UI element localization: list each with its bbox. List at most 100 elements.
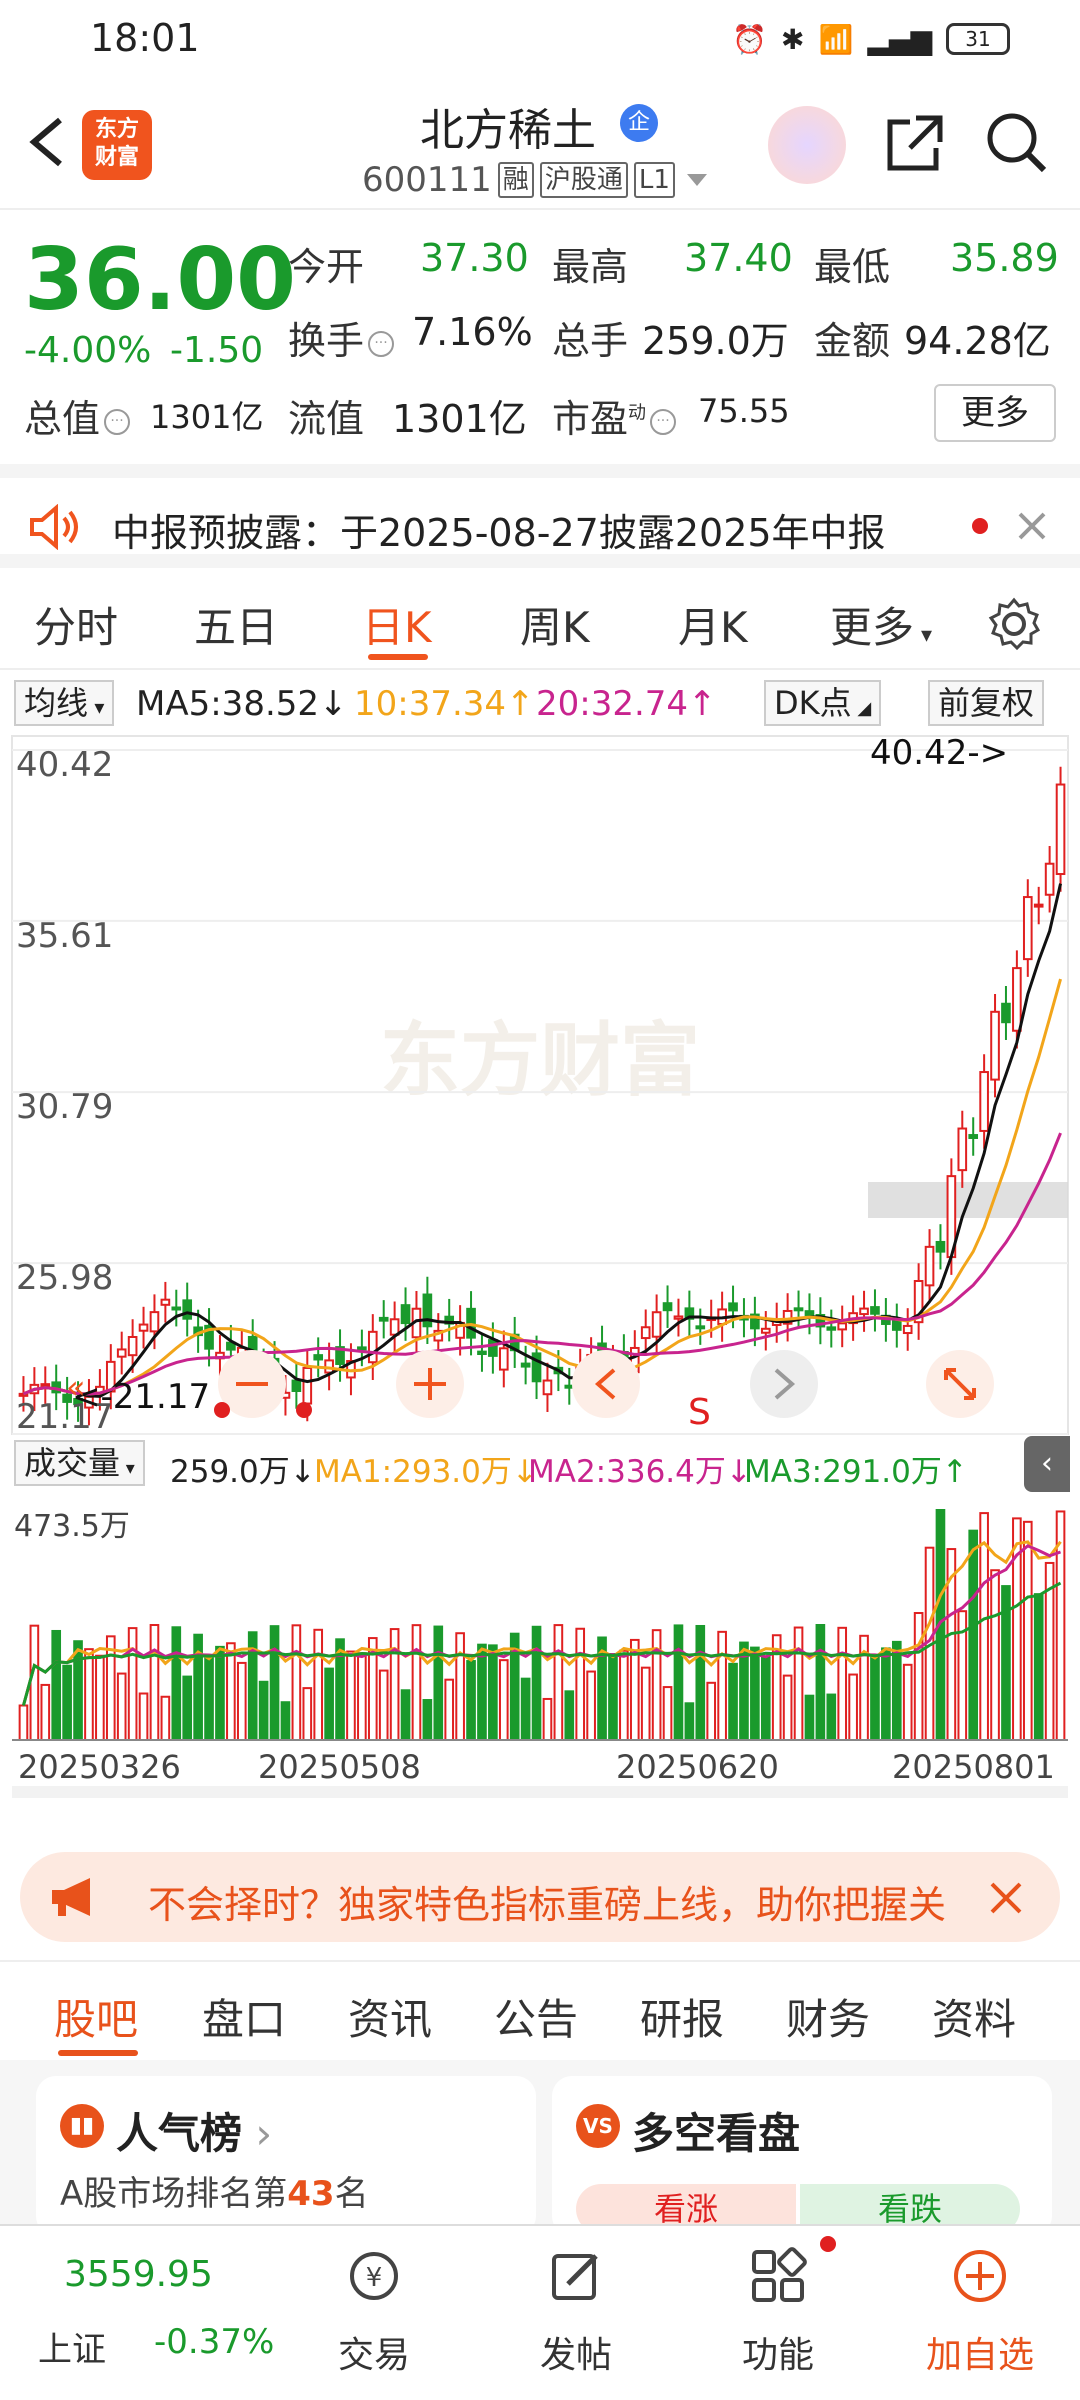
price-change: -1.50 [170, 330, 264, 371]
volume-value: 259.0万 [642, 319, 789, 363]
promo-banner[interactable]: 不会择时？独家特色指标重磅上线，助你把握关 [20, 1852, 1060, 1942]
stock-header: 东方 财富 北方稀土 企 600111 融 沪股通 L1 [0, 78, 1080, 210]
vol-ma2: MA2:336.4万↓ [528, 1454, 752, 1490]
candle [1055, 783, 1066, 876]
candle [542, 1379, 553, 1396]
active-tab-indicator [58, 2050, 138, 2056]
candle [357, 1346, 367, 1351]
scroll-left-button[interactable] [572, 1350, 640, 1418]
ma-indicator-row: 均线 ▾ MA5:38.52↓ 10:37.34↑ 20:32.74↑ DK点 … [0, 676, 1080, 728]
search-icon[interactable] [982, 108, 1052, 178]
notice-bar[interactable]: 中报预披露：于2025-08-27披露2025年中报 [0, 464, 1080, 568]
indicator-selector[interactable]: 成交量 ▾ [14, 1440, 145, 1486]
bull-bear-card[interactable]: VS 多空看盘 看涨 看跌 [552, 2076, 1052, 2236]
candle [870, 1306, 880, 1315]
tab-announcements[interactable]: 公告 [494, 1986, 578, 2047]
tab-weekly-k[interactable]: 周K [520, 594, 590, 655]
mcap-value: 1301亿 [150, 398, 264, 436]
rank-text: A股市场排名第43名 [60, 2174, 369, 2214]
candle [891, 1320, 902, 1331]
content-tabs: 股吧 盘口 资讯 公告 研报 财务 资料 [0, 1960, 1080, 2060]
nav-trade[interactable]: 交易 [304, 2326, 444, 2378]
bottom-nav: 3559.95 上证 -0.37% ¥ 交易 发帖 功能 加自选 [0, 2224, 1080, 2400]
pe-label: 市盈动 ··· [552, 388, 680, 443]
volume-bar [215, 1645, 225, 1741]
volume-bar [40, 1683, 51, 1741]
volume-bar [662, 1686, 673, 1741]
candle [924, 1245, 935, 1287]
tab-forum[interactable]: 股吧 [54, 1986, 138, 2047]
candle [859, 1307, 869, 1316]
nav-add-watchlist[interactable]: 加自选 [910, 2326, 1050, 2378]
tab-news[interactable]: 资讯 [348, 1986, 432, 2047]
volume-bar [968, 1529, 979, 1741]
tab-finance[interactable]: 财务 [786, 1986, 870, 2047]
volume-bar [531, 1625, 542, 1741]
amount-value: 94.28亿 [904, 319, 1051, 363]
volume-bar [280, 1701, 291, 1742]
nav-functions[interactable]: 功能 [708, 2326, 848, 2378]
grid-icon[interactable] [746, 2244, 810, 2308]
tab-intraday[interactable]: 分时 [34, 594, 118, 655]
collapse-panel-icon[interactable]: ‹ [1024, 1436, 1070, 1492]
volume-bar [553, 1624, 564, 1741]
volume-bar [18, 1704, 29, 1741]
low-label: 最低 [814, 245, 891, 289]
scroll-right-button[interactable] [750, 1350, 818, 1418]
share-icon[interactable] [880, 108, 950, 178]
candle [826, 1326, 837, 1331]
close-icon[interactable] [988, 1880, 1024, 1916]
volume-bar [684, 1702, 695, 1742]
dk-point-button[interactable]: DK点 ◢ [764, 680, 882, 726]
mcap-label: 总值 ··· [24, 388, 134, 443]
nav-post[interactable]: 发帖 [506, 2326, 646, 2378]
tab-research[interactable]: 研报 [640, 1986, 724, 2047]
candle [1044, 862, 1055, 896]
volume-bar [291, 1624, 302, 1741]
edit-icon[interactable] [544, 2244, 608, 2308]
info-icon: ··· [104, 408, 131, 435]
date-label: 20250508 [258, 1748, 421, 1786]
tab-more[interactable]: 更多 ▾ [830, 594, 932, 655]
add-circle-icon[interactable] [948, 2244, 1012, 2308]
tab-orderbook[interactable]: 盘口 [202, 1986, 286, 2047]
volume-max-label: 473.5万 [14, 1509, 130, 1544]
candle [640, 1326, 651, 1340]
stock-code-row[interactable]: 600111 融 沪股通 L1 [362, 160, 707, 200]
candle [979, 1071, 989, 1132]
float-label: 流值 [288, 397, 365, 441]
volume-bar [127, 1627, 138, 1741]
pe-value: 75.55 [698, 392, 790, 430]
tab-profile[interactable]: 资料 [932, 1986, 1016, 2047]
ma10-value: 10:37.34↑ [354, 684, 535, 724]
price-tick-label: 40.42 [16, 745, 113, 785]
adjust-button[interactable]: 前复权 [928, 680, 1045, 726]
gear-icon[interactable] [986, 596, 1042, 652]
candle [1033, 903, 1044, 908]
volume-bar [84, 1648, 94, 1742]
tab-five-day[interactable]: 五日 [194, 594, 278, 655]
volume-bar [488, 1644, 498, 1741]
more-button[interactable]: 更多 [934, 384, 1056, 442]
wifi-icon: 📶 [818, 22, 854, 56]
ma-selector[interactable]: 均线 ▾ [14, 680, 115, 726]
vol-ma3: MA3:291.0万↑ [744, 1454, 968, 1490]
bluetooth-icon: ✱ [781, 22, 805, 56]
volume-bar [73, 1640, 83, 1741]
volume-bar [226, 1642, 236, 1741]
popularity-card[interactable]: ▮▮ 人气榜 › A股市场排名第43名 [36, 2076, 536, 2236]
assistant-avatar[interactable] [768, 106, 846, 184]
candle [837, 1322, 848, 1331]
chart-period-tabs: 分时 五日 日K 周K 月K 更多 ▾ [0, 580, 1080, 670]
volume-bar [29, 1624, 40, 1741]
back-icon[interactable] [22, 112, 72, 172]
kline-chart[interactable]: 东方财富 40.4235.6130.7925.9821.17 40.42-> <… [0, 728, 1080, 1828]
tab-daily-k[interactable]: 日K [362, 594, 432, 655]
close-icon[interactable] [1016, 510, 1048, 542]
volume-bar [477, 1643, 487, 1741]
tab-monthly-k[interactable]: 月K [678, 594, 748, 655]
index-value[interactable]: 3559.95 [64, 2254, 213, 2295]
trade-icon[interactable]: ¥ [342, 2244, 406, 2308]
megaphone-icon [52, 1878, 90, 1916]
rewind-icon[interactable]: « [66, 1368, 86, 1406]
